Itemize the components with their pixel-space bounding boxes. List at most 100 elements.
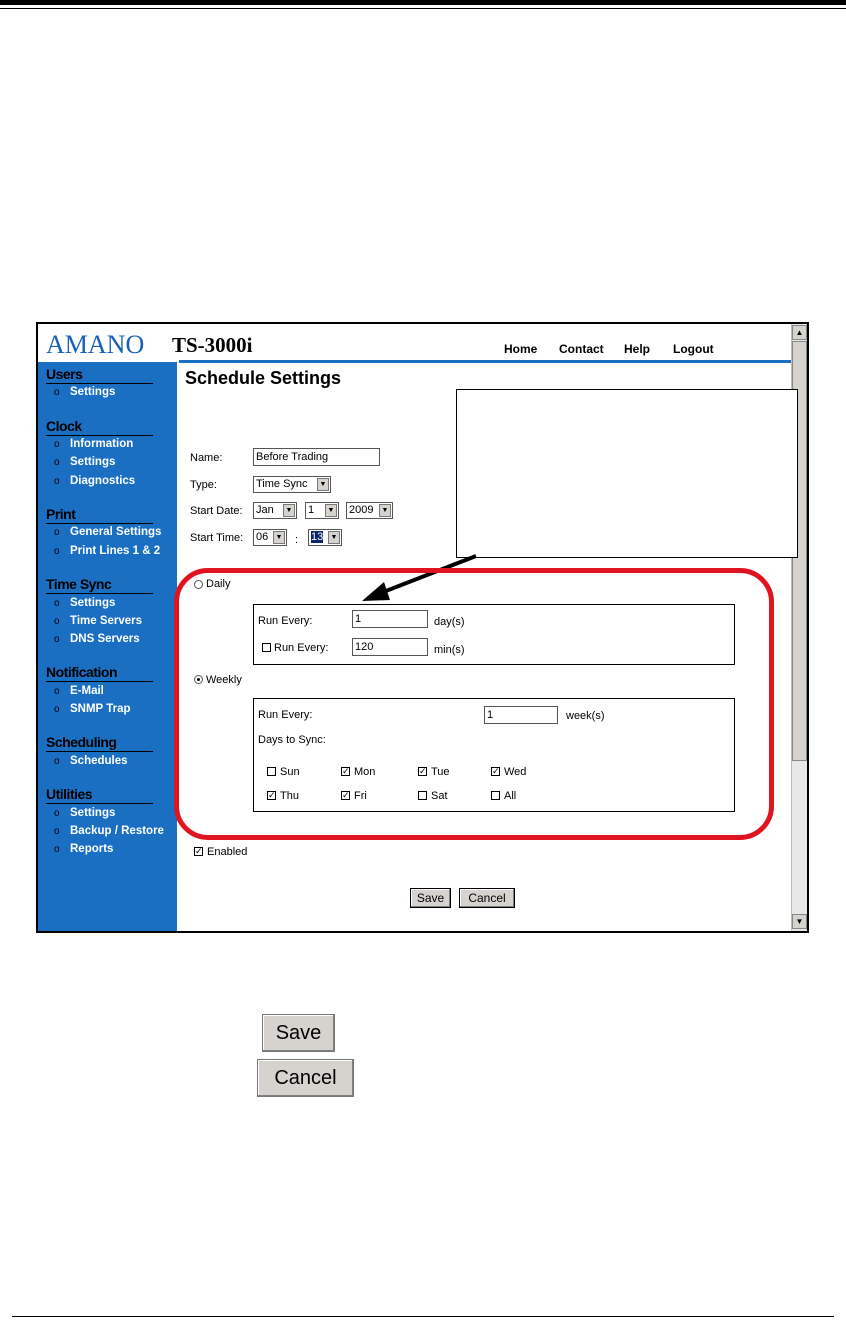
sidebar-item-clock-information[interactable]: o Information — [54, 438, 133, 450]
scroll-down-icon[interactable]: ▼ — [792, 914, 807, 929]
sidebar-item-label: E-Mail — [70, 685, 104, 697]
sidebar-item-snmp-trap[interactable]: o SNMP Trap — [54, 703, 131, 715]
sidebar-item-reports[interactable]: o Reports — [54, 843, 113, 855]
day-label-all: All — [504, 790, 517, 802]
daily-unit: day(s) — [434, 616, 465, 628]
sidebar-item-timesync-settings[interactable]: o Settings — [54, 597, 115, 609]
bullet: o — [54, 476, 60, 487]
day-checkbox-wed[interactable]: ✓ — [491, 767, 500, 776]
type-select[interactable]: Time Sync ▼ — [253, 476, 331, 493]
sidebar-item-label: Settings — [70, 386, 116, 398]
nav-home[interactable]: Home — [504, 342, 537, 356]
day-checkbox-sat[interactable] — [418, 791, 427, 800]
sidebar: Users o Settings Clock o Information o Sett… — [38, 362, 177, 931]
sidebar-item-label: Information — [70, 438, 134, 450]
sidebar-item-clock-diagnostics[interactable]: o Diagnostics — [54, 475, 135, 487]
app-header: AMANO TS-3000i Home Contact Help Logout — [38, 324, 791, 363]
sidebar-item-label: Diagnostics — [70, 475, 136, 487]
sidebar-item-schedules[interactable]: o Schedules — [54, 755, 128, 767]
section-divider — [46, 681, 153, 682]
daily-radio[interactable] — [194, 580, 203, 589]
sidebar-item-label: Backup / Restore — [70, 825, 164, 837]
chevron-down-icon: ▼ — [379, 504, 391, 517]
nav-contact[interactable]: Contact — [559, 342, 604, 356]
section-divider — [46, 803, 153, 804]
day-label-thu: Thu — [280, 790, 299, 802]
day-checkbox-fri[interactable]: ✓ — [341, 791, 350, 800]
day-checkbox-thu[interactable]: ✓ — [267, 791, 276, 800]
days-to-sync-label: Days to Sync: — [258, 734, 326, 746]
start-day-value: 1 — [308, 504, 315, 516]
page-top-rule — [0, 0, 846, 5]
daily-run-every-field[interactable]: 1 — [352, 610, 428, 628]
bullet: o — [54, 808, 60, 819]
day-checkbox-sun[interactable] — [267, 767, 276, 776]
daily-min-checkbox[interactable] — [262, 643, 271, 652]
bullet: o — [54, 616, 60, 627]
type-value: Time Sync — [256, 478, 308, 490]
day-label-mon: Mon — [354, 766, 376, 778]
sidebar-item-print-general[interactable]: o General Settings — [54, 526, 161, 538]
weekly-label: Weekly — [206, 674, 242, 686]
sidebar-item-label: SNMP Trap — [70, 703, 131, 715]
start-minute-value: 13 — [311, 531, 324, 543]
nav-logout[interactable]: Logout — [673, 342, 714, 356]
scroll-up-icon[interactable]: ▲ — [792, 325, 807, 340]
start-month-value: Jan — [256, 504, 274, 516]
start-hour-select[interactable]: 06 ▼ — [253, 529, 287, 546]
start-hour-value: 06 — [256, 531, 269, 543]
sidebar-item-backup-restore[interactable]: o Backup / Restore — [54, 825, 164, 837]
sidebar-item-time-servers[interactable]: o Time Servers — [54, 615, 142, 627]
bullet: o — [54, 704, 60, 715]
sidebar-item-dns-servers[interactable]: o DNS Servers — [54, 633, 140, 645]
day-label-fri: Fri — [354, 790, 367, 802]
day-checkbox-tue[interactable]: ✓ — [418, 767, 427, 776]
chevron-down-icon: ▼ — [317, 478, 329, 491]
day-checkbox-mon[interactable]: ✓ — [341, 767, 350, 776]
bullet: o — [54, 387, 60, 398]
start-minute-select[interactable]: 13 ▼ — [308, 529, 342, 546]
header-divider — [179, 360, 791, 363]
sidebar-item-print-lines[interactable]: o Print Lines 1 & 2 — [54, 545, 160, 557]
start-month-select[interactable]: Jan ▼ — [253, 502, 297, 519]
save-button[interactable]: Save — [410, 888, 451, 908]
bullet: o — [54, 686, 60, 697]
sidebar-section-time-sync: Time Sync — [46, 576, 112, 592]
day-label-wed: Wed — [504, 766, 527, 778]
weekly-radio[interactable] — [194, 675, 203, 684]
amano-logo: AMANO — [46, 330, 145, 359]
start-year-select[interactable]: 2009 ▼ — [346, 502, 393, 519]
sidebar-section-notification: Notification — [46, 664, 118, 680]
section-divider — [46, 435, 153, 436]
start-time-label: Start Time: — [190, 532, 244, 544]
sidebar-item-label: General Settings — [70, 526, 162, 538]
legend-save-button: Save — [262, 1014, 335, 1052]
daily-min-unit: min(s) — [434, 644, 465, 656]
weekly-run-every-field[interactable]: 1 — [484, 706, 558, 724]
sidebar-item-clock-settings[interactable]: o Settings — [54, 456, 115, 468]
daily-run-every2-field[interactable]: 120 — [352, 638, 428, 656]
sidebar-item-users-settings[interactable]: o Settings — [54, 386, 115, 398]
sidebar-item-label: Settings — [70, 456, 116, 468]
weekly-unit: week(s) — [566, 710, 605, 722]
bullet: o — [54, 844, 60, 855]
day-checkbox-all[interactable] — [491, 791, 500, 800]
bullet: o — [54, 634, 60, 645]
sidebar-item-label: Schedules — [70, 755, 128, 767]
cancel-button[interactable]: Cancel — [459, 888, 515, 908]
sidebar-item-email[interactable]: o E-Mail — [54, 685, 104, 697]
chevron-down-icon: ▼ — [325, 504, 337, 517]
bullet: o — [54, 598, 60, 609]
nav-help[interactable]: Help — [624, 342, 650, 356]
day-label-sun: Sun — [280, 766, 300, 778]
sidebar-item-utilities-settings[interactable]: o Settings — [54, 807, 115, 819]
weekly-run-every-label: Run Every: — [258, 709, 313, 721]
start-year-value: 2009 — [349, 504, 374, 516]
day-label-sat: Sat — [431, 790, 448, 802]
daily-run-every2-label: Run Every: — [274, 642, 329, 654]
chevron-down-icon: ▼ — [328, 531, 340, 544]
enabled-checkbox[interactable]: ✓ — [194, 847, 203, 856]
bullet: o — [54, 756, 60, 767]
start-day-select[interactable]: 1 ▼ — [305, 502, 339, 519]
name-field[interactable]: Before Trading — [253, 448, 380, 466]
